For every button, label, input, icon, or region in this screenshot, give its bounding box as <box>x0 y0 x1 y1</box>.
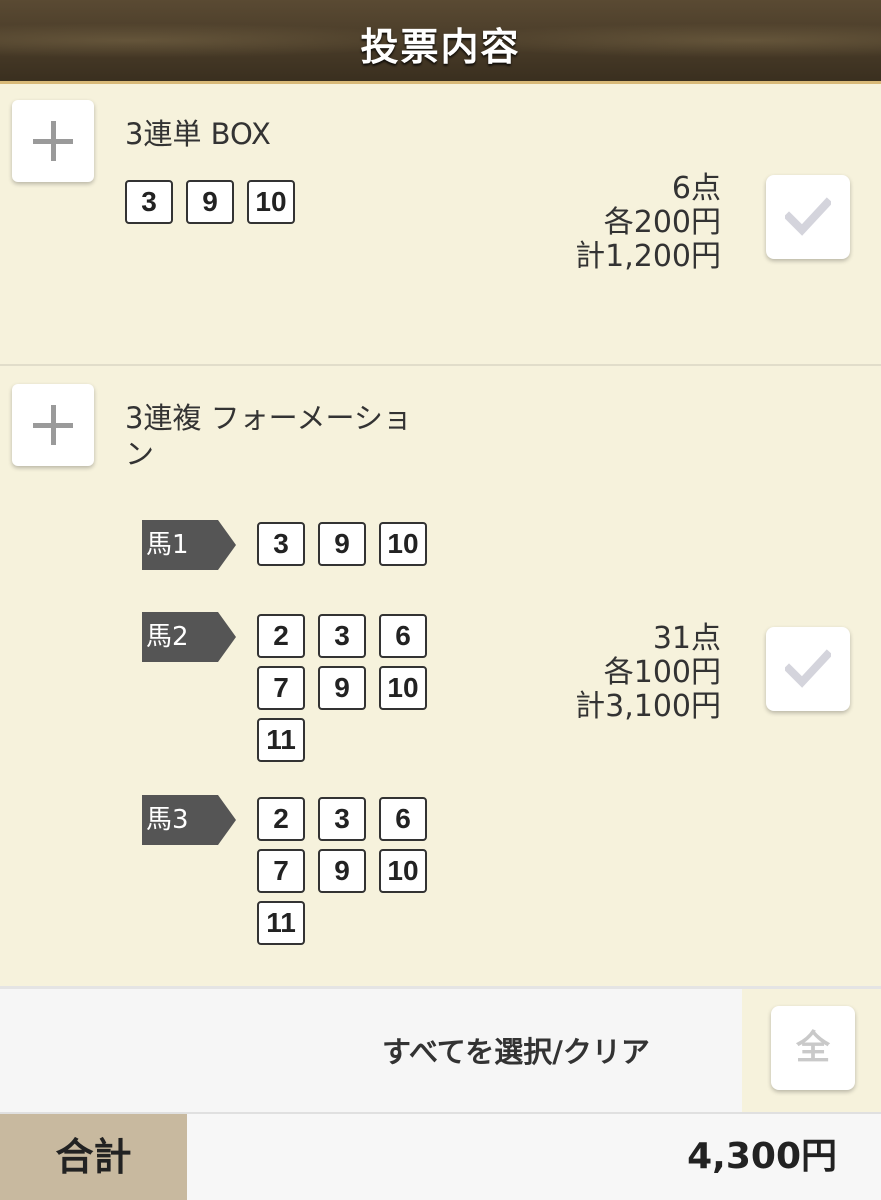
horse-number: 2 <box>257 797 305 841</box>
horse-number: 10 <box>247 180 295 224</box>
horse-number: 10 <box>379 666 427 710</box>
header-bar: 投票内容 <box>0 0 881 84</box>
horse-number: 7 <box>257 849 305 893</box>
horse-number: 9 <box>186 180 234 224</box>
bet-type: 3連複 フォーメーショ ン <box>125 400 412 472</box>
bet-type-line: 3連複 フォーメーショ <box>125 401 412 435</box>
horse-number: 9 <box>318 666 366 710</box>
total-label: 合計 <box>0 1114 187 1200</box>
checkmark-icon <box>785 197 831 236</box>
leg-label: 馬3 <box>142 795 236 845</box>
horse-number: 3 <box>257 522 305 566</box>
horse-number: 6 <box>379 614 427 658</box>
bet-type-line: ン <box>125 437 155 471</box>
leg-label: 馬1 <box>142 520 236 570</box>
total-bar: 合計 4,300円 <box>0 1112 881 1200</box>
horse-number: 9 <box>318 849 366 893</box>
horse-number: 3 <box>125 180 173 224</box>
bet-points: 6点 <box>671 171 721 206</box>
bet-type: 3連単 BOX <box>125 117 271 151</box>
bet-summary: 6点 各200円 計1,200円 <box>575 172 721 274</box>
plus-icon <box>33 405 73 445</box>
horse-number: 10 <box>379 522 427 566</box>
bet-each: 各100円 <box>603 655 721 690</box>
horse-number: 11 <box>257 718 305 762</box>
checkmark-icon <box>785 649 831 688</box>
bet-summary: 31点 各100円 計3,100円 <box>575 622 721 724</box>
check-button[interactable] <box>766 627 850 711</box>
check-button[interactable] <box>766 175 850 259</box>
add-button[interactable] <box>12 384 94 466</box>
horse-number: 10 <box>379 849 427 893</box>
plus-icon <box>33 121 73 161</box>
page-title: 投票内容 <box>360 25 521 69</box>
select-all-button[interactable]: 全 <box>771 1006 855 1090</box>
bet-total: 計3,100円 <box>575 689 721 724</box>
horse-number: 9 <box>318 522 366 566</box>
horse-number: 6 <box>379 797 427 841</box>
select-all-label[interactable]: すべてを選択/クリア <box>382 1029 650 1071</box>
horse-number: 7 <box>257 666 305 710</box>
bet-points: 31点 <box>652 621 721 656</box>
horse-number: 2 <box>257 614 305 658</box>
select-all-bar[interactable]: すべてを選択/クリア 全 <box>0 986 881 1112</box>
horse-number: 11 <box>257 901 305 945</box>
bet-total: 計1,200円 <box>575 239 721 274</box>
add-button[interactable] <box>12 100 94 182</box>
bet-each: 各200円 <box>603 205 721 240</box>
total-value: 4,300円 <box>687 1136 837 1177</box>
leg-label: 馬2 <box>142 612 236 662</box>
bet-item: 3連単 BOX 3 9 10 6点 各200円 計1,200円 <box>0 84 881 366</box>
horse-number: 3 <box>318 614 366 658</box>
horse-number: 3 <box>318 797 366 841</box>
bet-item: 3連複 フォーメーショ ン 馬1 3 9 10 馬2 2 3 6 7 9 10 … <box>0 366 881 986</box>
